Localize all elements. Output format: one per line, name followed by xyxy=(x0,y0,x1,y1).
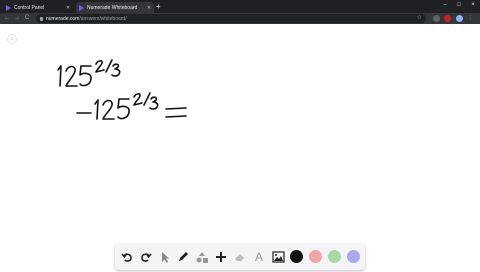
shapes-icon[interactable] xyxy=(194,249,210,265)
color-swatch-green[interactable] xyxy=(328,250,341,263)
whiteboard-canvas[interactable] xyxy=(0,24,480,272)
back-button[interactable]: ← xyxy=(3,14,11,23)
close-tab-icon[interactable]: ✕ xyxy=(65,5,71,11)
tab-control-panel[interactable]: Control Panel ✕ xyxy=(3,2,73,13)
tab-label: Numerade Whiteboard xyxy=(87,4,138,11)
profile-icon[interactable] xyxy=(456,15,463,22)
maximize-button[interactable]: □ xyxy=(454,2,464,8)
handwritten-125 xyxy=(94,98,130,120)
color-swatch-pink[interactable] xyxy=(309,250,322,263)
handwritten-equals xyxy=(165,107,187,118)
handwritten-exponent-2-3 xyxy=(95,59,121,77)
tab-numerade-whiteboard[interactable]: Numerade Whiteboard ✕ xyxy=(76,2,154,13)
page-indicator[interactable]: 1 xyxy=(7,34,17,44)
image-icon[interactable] xyxy=(270,249,286,265)
handwritten-exponent-2-3 xyxy=(133,92,159,110)
extension-icon[interactable] xyxy=(444,15,451,22)
redo-icon[interactable] xyxy=(138,249,154,265)
close-window-button[interactable]: × xyxy=(468,2,478,8)
browser-toolbar: ← → C numerade.com /answers/whiteboard/ … xyxy=(0,13,480,24)
address-bar[interactable]: numerade.com /answers/whiteboard/ ☆ xyxy=(36,14,426,23)
url-path: /answers/whiteboard/ xyxy=(79,15,127,22)
close-tab-icon[interactable]: ✕ xyxy=(146,5,152,11)
text-icon[interactable]: A xyxy=(251,249,267,265)
url-host: numerade.com xyxy=(46,15,80,22)
menu-icon[interactable]: ⋮ xyxy=(467,15,474,22)
reload-button[interactable]: C xyxy=(23,14,31,23)
add-icon[interactable] xyxy=(213,249,229,265)
select-icon[interactable] xyxy=(157,249,173,265)
color-swatch-lavender[interactable] xyxy=(347,250,360,263)
extension-icon[interactable] xyxy=(433,15,440,22)
tool-palette: A xyxy=(115,244,365,270)
browser-tab-bar: Control Panel ✕ Numerade Whiteboard ✕ + … xyxy=(0,0,480,13)
numerade-favicon-icon xyxy=(6,4,11,11)
minimize-button[interactable]: – xyxy=(440,2,450,8)
color-swatch-black[interactable] xyxy=(290,250,303,263)
numerade-favicon-icon xyxy=(79,4,84,11)
lock-icon xyxy=(40,16,43,21)
handwriting-layer xyxy=(57,59,187,120)
tab-label: Control Panel xyxy=(14,4,45,11)
forward-button[interactable]: → xyxy=(13,14,21,23)
star-icon[interactable]: ☆ xyxy=(417,14,422,23)
pen-icon[interactable] xyxy=(175,249,191,265)
undo-icon[interactable] xyxy=(119,249,135,265)
eraser-icon[interactable] xyxy=(232,249,248,265)
new-tab-button[interactable]: + xyxy=(156,2,161,11)
handwritten-125 xyxy=(57,65,92,87)
